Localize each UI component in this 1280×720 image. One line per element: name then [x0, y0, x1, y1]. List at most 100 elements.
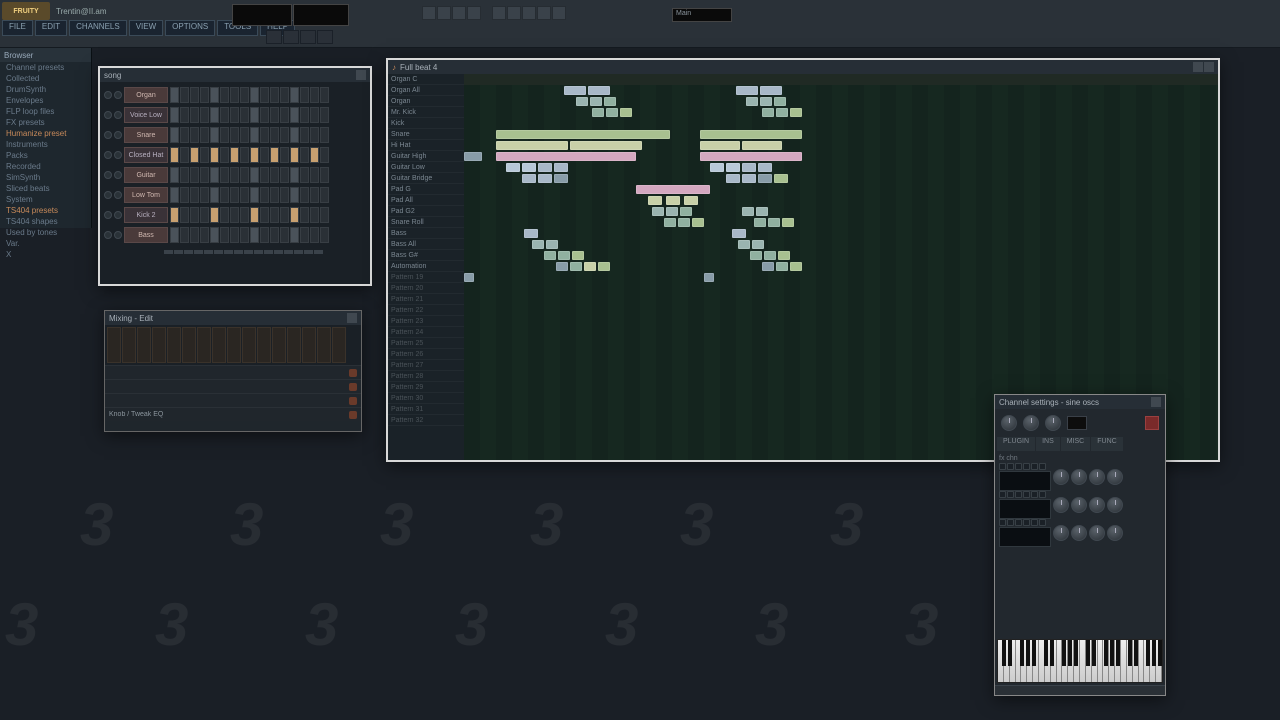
chset-tab-ins[interactable]: INS — [1036, 437, 1060, 451]
channel-solo[interactable] — [114, 111, 122, 119]
browser-item[interactable]: Sliced beats — [0, 183, 91, 194]
step[interactable] — [280, 147, 289, 163]
pattern-clip[interactable] — [554, 174, 568, 183]
playlist-track[interactable]: Bass — [388, 228, 464, 239]
step[interactable] — [250, 147, 259, 163]
osc-shape-led[interactable] — [1023, 491, 1030, 498]
step[interactable] — [320, 167, 329, 183]
pattern-clip[interactable] — [464, 152, 482, 161]
chset-tab-func[interactable]: FUNC — [1091, 437, 1122, 451]
effect-label[interactable] — [109, 383, 347, 390]
mixer-strip[interactable] — [197, 327, 211, 363]
osc-knob[interactable] — [1107, 525, 1123, 541]
playlist-track[interactable]: Pattern 21 — [388, 294, 464, 305]
playlist-track[interactable]: Pattern 28 — [388, 371, 464, 382]
menu-options[interactable]: OPTIONS — [165, 20, 215, 36]
step[interactable] — [240, 127, 249, 143]
step[interactable] — [310, 127, 319, 143]
pattern-clip[interactable] — [564, 86, 586, 95]
channel-led[interactable] — [104, 231, 112, 239]
step[interactable] — [280, 87, 289, 103]
channel-solo[interactable] — [114, 211, 122, 219]
pattern-clip[interactable] — [524, 229, 538, 238]
step[interactable] — [200, 107, 209, 123]
playlist-track[interactable]: Hi Hat — [388, 140, 464, 151]
pattern-clip[interactable] — [572, 251, 584, 260]
step[interactable] — [310, 147, 319, 163]
step[interactable] — [210, 227, 219, 243]
playlist-track[interactable]: Pattern 25 — [388, 338, 464, 349]
mixer-strip[interactable] — [242, 327, 256, 363]
mixer-strip[interactable] — [182, 327, 196, 363]
step[interactable] — [200, 87, 209, 103]
step[interactable] — [190, 87, 199, 103]
step[interactable] — [170, 87, 179, 103]
step[interactable] — [310, 87, 319, 103]
pattern-clip[interactable] — [556, 262, 568, 271]
step[interactable] — [240, 147, 249, 163]
pattern-clip[interactable] — [636, 185, 710, 194]
mixer-strip[interactable] — [152, 327, 166, 363]
channel-led[interactable] — [104, 171, 112, 179]
step[interactable] — [180, 87, 189, 103]
osc-shape-led[interactable] — [1023, 519, 1030, 526]
playlist-track[interactable]: Bass G# — [388, 250, 464, 261]
step[interactable] — [290, 87, 299, 103]
step[interactable] — [310, 227, 319, 243]
step[interactable] — [210, 87, 219, 103]
chset-tab-misc[interactable]: MISC — [1061, 437, 1091, 451]
pattern-clip[interactable] — [522, 163, 536, 172]
close-icon[interactable] — [1204, 62, 1214, 72]
step[interactable] — [260, 107, 269, 123]
playlist-track[interactable]: Organ — [388, 96, 464, 107]
step[interactable] — [320, 187, 329, 203]
effect-label[interactable] — [109, 397, 347, 404]
browser-item[interactable]: Var. — [0, 238, 91, 249]
mixer-strip[interactable] — [332, 327, 346, 363]
minimize-icon[interactable] — [1193, 62, 1203, 72]
step[interactable] — [270, 167, 279, 183]
mixer-strip[interactable] — [287, 327, 301, 363]
step[interactable] — [250, 207, 259, 223]
step[interactable] — [270, 127, 279, 143]
playlist-track[interactable]: Pad All — [388, 195, 464, 206]
step[interactable] — [190, 147, 199, 163]
step[interactable] — [190, 107, 199, 123]
slot-led[interactable] — [349, 397, 357, 405]
channel-solo[interactable] — [114, 131, 122, 139]
pattern-clip[interactable] — [776, 262, 788, 271]
osc-knob[interactable] — [1071, 497, 1087, 513]
pattern-clip[interactable] — [782, 218, 794, 227]
step[interactable] — [230, 207, 239, 223]
pattern-clip[interactable] — [736, 86, 758, 95]
step[interactable] — [260, 127, 269, 143]
black-key[interactable] — [1152, 640, 1156, 666]
playlist-track[interactable]: Bass All — [388, 239, 464, 250]
playlist-track[interactable]: Automation — [388, 261, 464, 272]
step[interactable] — [310, 187, 319, 203]
step[interactable] — [200, 207, 209, 223]
playlist-track[interactable]: Pattern 22 — [388, 305, 464, 316]
playlist-track[interactable]: Pattern 31 — [388, 404, 464, 415]
piano-scrollbar[interactable] — [995, 685, 1165, 695]
browser-item[interactable]: SimSynth — [0, 172, 91, 183]
step[interactable] — [170, 107, 179, 123]
step[interactable] — [180, 187, 189, 203]
menu-view[interactable]: VIEW — [129, 20, 163, 36]
step[interactable] — [290, 107, 299, 123]
pattern-clip[interactable] — [742, 141, 782, 150]
pattern-clip[interactable] — [762, 108, 774, 117]
step[interactable] — [260, 87, 269, 103]
step[interactable] — [200, 127, 209, 143]
step[interactable] — [180, 127, 189, 143]
osc-shape-led[interactable] — [1015, 491, 1022, 498]
playlist-track[interactable]: Organ All — [388, 85, 464, 96]
playlist-track[interactable]: Pattern 24 — [388, 327, 464, 338]
step[interactable] — [200, 187, 209, 203]
stop-button[interactable] — [283, 30, 299, 44]
browser-item[interactable]: Packs — [0, 150, 91, 161]
slot-led[interactable] — [349, 383, 357, 391]
step[interactable] — [190, 167, 199, 183]
osc-knob[interactable] — [1089, 525, 1105, 541]
pattern-clip[interactable] — [496, 141, 568, 150]
